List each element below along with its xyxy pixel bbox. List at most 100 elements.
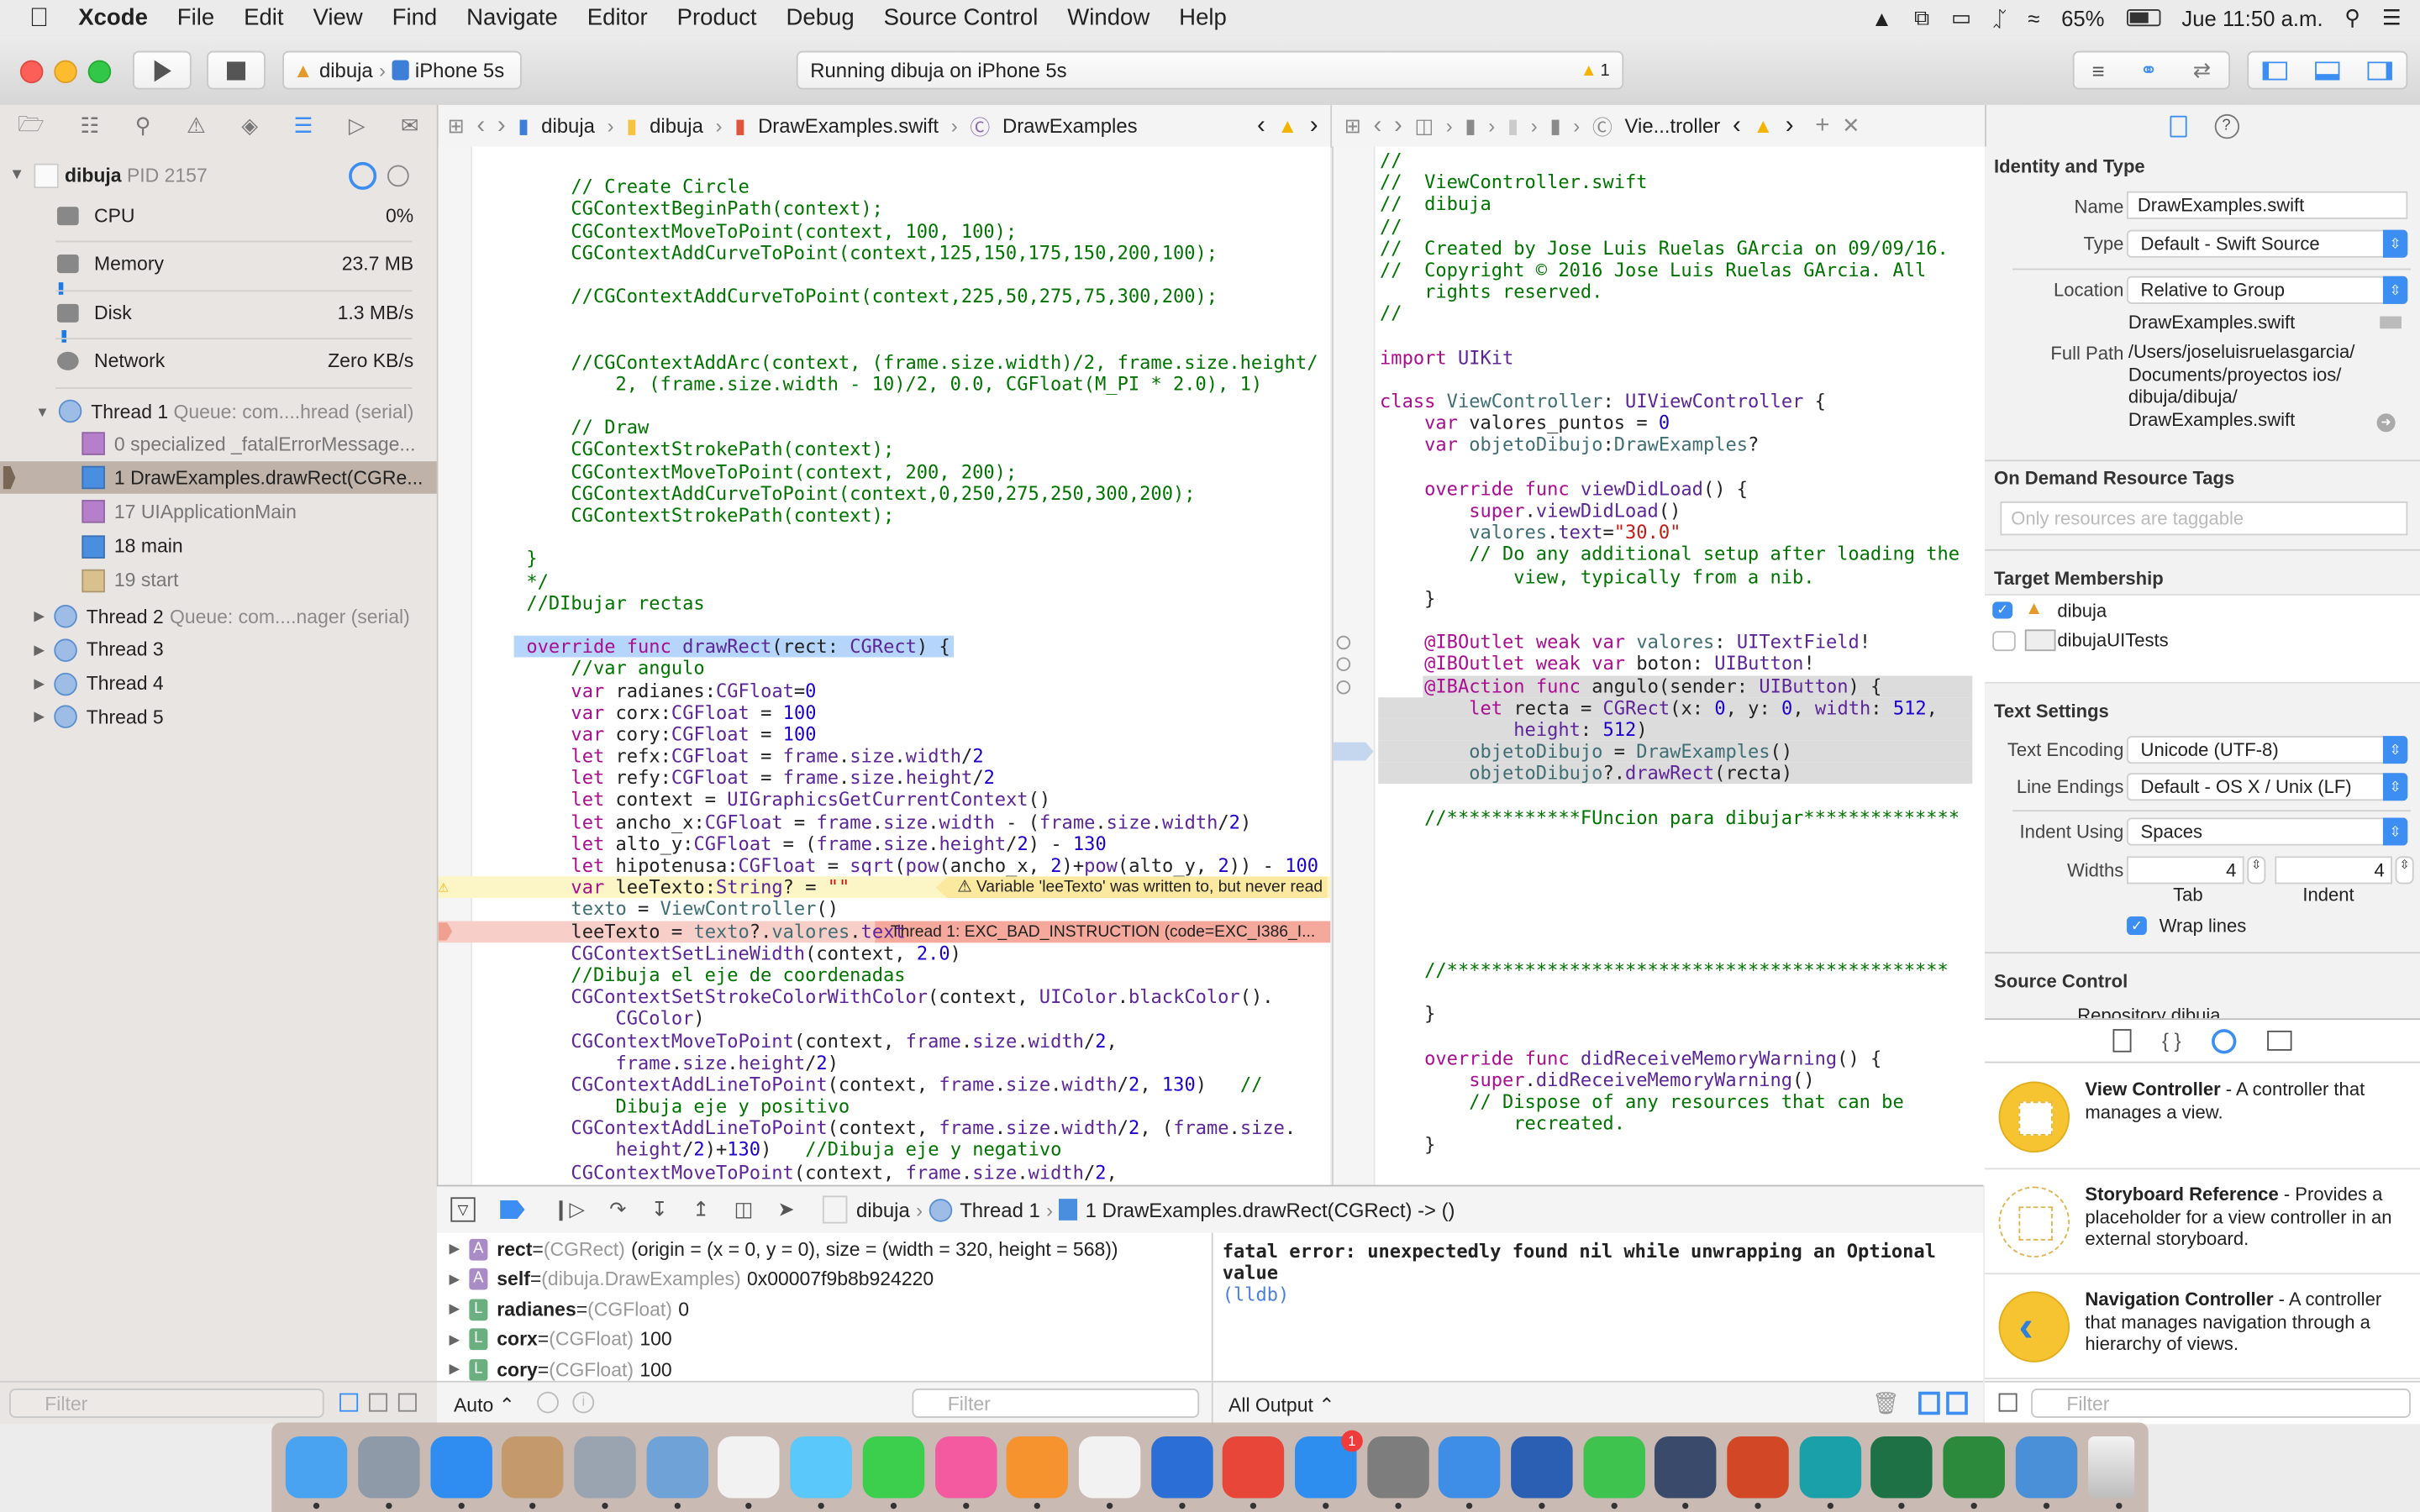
- assistant-editor-icon[interactable]: ⚭: [2139, 57, 2158, 83]
- symbol-navigator-icon[interactable]: ☷: [80, 113, 99, 139]
- menu-product[interactable]: Product: [677, 5, 757, 31]
- next-issue-button[interactable]: ›: [1310, 112, 1318, 139]
- variable-row[interactable]: ▶ Lradianes = (CGFloat) 0: [449, 1294, 689, 1324]
- library-item[interactable]: ‹ Navigation Controller - A controller th…: [1985, 1273, 2420, 1380]
- disclosure-triangle-icon[interactable]: ▶: [449, 1241, 460, 1257]
- next-issue-button[interactable]: ›: [1786, 112, 1794, 139]
- photos-icon[interactable]: [718, 1436, 781, 1509]
- launchpad-icon[interactable]: [358, 1436, 420, 1509]
- code-text[interactable]: // Create Circle CGContextBeginPath(cont…: [438, 155, 1331, 1184]
- threads-view-icon[interactable]: [387, 164, 409, 186]
- stack-frame[interactable]: 1 DrawExamples.drawRect(CGRe...: [0, 461, 437, 495]
- tab-width-field[interactable]: 4: [2127, 856, 2244, 885]
- quick-help-icon[interactable]: ?: [2213, 113, 2239, 139]
- menu-xcode[interactable]: Xcode: [78, 5, 148, 31]
- filter-toggle-icon[interactable]: [368, 1393, 388, 1412]
- reveal-in-finder-icon[interactable]: ➜: [2376, 413, 2396, 433]
- stack-frame[interactable]: 0 specialized _fatalErrorMessage...: [0, 428, 437, 460]
- version-editor-icon[interactable]: ⇄: [2193, 57, 2212, 83]
- stack-frame[interactable]: 17 UIApplicationMain: [0, 496, 437, 528]
- breakpoints-toggle-icon[interactable]: [500, 1200, 525, 1220]
- step-out-button[interactable]: ↥: [692, 1197, 709, 1221]
- name-field[interactable]: DrawExamples.swift: [2127, 191, 2408, 219]
- variables-filter-input[interactable]: Filter: [912, 1389, 1200, 1418]
- warning-count-badge[interactable]: ▲ 1: [1581, 61, 1610, 80]
- console-output[interactable]: fatal error: unexpectedly found nil whil…: [1213, 1232, 1984, 1381]
- assistant-mode-icon[interactable]: ◫: [1414, 113, 1434, 138]
- toggle-utilities-icon[interactable]: [2367, 60, 2392, 80]
- menu-edit[interactable]: Edit: [244, 5, 283, 31]
- back-button[interactable]: ‹: [476, 112, 485, 139]
- chrome-icon[interactable]: [1223, 1436, 1285, 1509]
- error-message[interactable]: Thread 1: EXC_BAD_INSTRUCTION (code=EXC_…: [875, 920, 1331, 942]
- simulator-icon[interactable]: [2015, 1436, 2077, 1509]
- simulate-location-button[interactable]: ➤: [778, 1197, 795, 1221]
- indent-width-field[interactable]: 4: [2275, 856, 2392, 885]
- code-snippet-library-icon[interactable]: { }: [2162, 1029, 2181, 1053]
- reveal-folder-icon[interactable]: [2380, 316, 2402, 329]
- process-row[interactable]: ▼ dibuja PID 2157: [0, 159, 437, 192]
- jump-group[interactable]: dibuja: [650, 114, 703, 138]
- stack-frame[interactable]: 18 main: [0, 530, 437, 563]
- show-variables-toggle[interactable]: [1918, 1391, 1940, 1415]
- menu-view[interactable]: View: [313, 5, 362, 31]
- powerpoint-icon[interactable]: [1727, 1436, 1789, 1509]
- disclosure-triangle-icon[interactable]: ▶: [449, 1300, 460, 1317]
- gauge-network[interactable]: Network Zero KB/s: [0, 345, 437, 378]
- gauge-cpu[interactable]: CPU 0%: [0, 199, 437, 232]
- disclosure-triangle-icon[interactable]: ▶: [449, 1361, 460, 1378]
- warning-message[interactable]: ⚠ Variable 'leeTexto' was written to, bu…: [935, 876, 1328, 899]
- thread-row[interactable]: ▶ Thread 2 Queue: com....nager (serial): [0, 600, 437, 633]
- type-popup[interactable]: Default - Swift Source ⇳: [2127, 229, 2408, 258]
- close-window-button[interactable]: [19, 60, 44, 84]
- issue-warning-icon[interactable]: ▲: [1277, 114, 1297, 138]
- menu-help[interactable]: Help: [1179, 5, 1227, 31]
- itunes-icon[interactable]: [934, 1436, 997, 1509]
- notification-center-icon[interactable]: ☰: [2382, 5, 2402, 31]
- filter-toggle-icon[interactable]: [339, 1393, 359, 1412]
- device-name[interactable]: iPhone 5s: [415, 59, 504, 82]
- grid-view-icon[interactable]: [1998, 1393, 2018, 1412]
- toggle-navigator-icon[interactable]: [2262, 60, 2288, 80]
- variable-row[interactable]: ▶ Arect = (CGRect) (origin = (x = 0, y = 0…: [449, 1234, 1118, 1263]
- back-button[interactable]: ‹: [1374, 112, 1382, 139]
- menu-file[interactable]: File: [177, 5, 214, 31]
- mplab-x-ide-icon[interactable]: [1655, 1436, 1718, 1509]
- wrap-lines-checkbox[interactable]: ✓: [2127, 916, 2147, 936]
- disclosure-triangle-icon[interactable]: ▼: [35, 403, 49, 418]
- jamaica-icon[interactable]: [1943, 1436, 2006, 1509]
- debug-navigator-icon[interactable]: ☰: [294, 113, 313, 139]
- status-app-icon[interactable]: ▲: [1871, 5, 1892, 29]
- previous-issue-button[interactable]: ‹: [1257, 112, 1265, 139]
- step-over-button[interactable]: ↷: [609, 1197, 626, 1221]
- standard-editor-icon[interactable]: ≡: [2091, 58, 2104, 82]
- step-into-button[interactable]: ↧: [651, 1197, 668, 1221]
- target-checkbox-dibuja[interactable]: ✓: [1992, 601, 2013, 619]
- library-item[interactable]: View Controller - A controller that mana…: [1985, 1063, 2420, 1170]
- variable-row[interactable]: ▶ Lcory = (CGFloat) 100: [449, 1355, 672, 1381]
- airplay-icon[interactable]: ▭: [1951, 5, 1971, 31]
- jump-symbol[interactable]: DrawExamples: [1002, 114, 1138, 138]
- clock[interactable]: Jue 11:50 a.m.: [2181, 5, 2323, 29]
- variable-row[interactable]: ▶ Aself = (dibuja.DrawExamples) 0x00007f9b…: [449, 1264, 934, 1294]
- debug-thread[interactable]: Thread 1: [960, 1198, 1040, 1221]
- menu-editor[interactable]: Editor: [587, 5, 648, 31]
- debug-gauges-icon[interactable]: [349, 160, 377, 189]
- related-items-icon[interactable]: ⊞: [1344, 113, 1361, 138]
- project-navigator-icon[interactable]: 🗁: [18, 108, 45, 144]
- stop-button[interactable]: [207, 50, 266, 90]
- trash-icon[interactable]: 🗑: [1872, 1390, 1900, 1416]
- media-library-icon[interactable]: [2267, 1030, 2292, 1051]
- app-store-icon[interactable]: 1: [1294, 1430, 1363, 1509]
- show-console-toggle[interactable]: [1946, 1391, 1968, 1415]
- xcode-icon[interactable]: [1439, 1436, 1501, 1509]
- thread-row[interactable]: ▶ Thread 3: [0, 634, 437, 667]
- instruction-pointer-icon[interactable]: [438, 921, 453, 941]
- debug-frame[interactable]: 1 DrawExamples.drawRect(CGRect) -> (): [1086, 1198, 1455, 1221]
- excel-icon[interactable]: [1870, 1436, 1933, 1509]
- arduino-icon[interactable]: [1799, 1436, 1861, 1509]
- report-navigator-icon[interactable]: ✉: [401, 113, 419, 139]
- stack-frame[interactable]: 19 start: [0, 564, 437, 597]
- quick-look-icon[interactable]: [537, 1391, 559, 1414]
- related-items-icon[interactable]: ⊞: [448, 113, 465, 138]
